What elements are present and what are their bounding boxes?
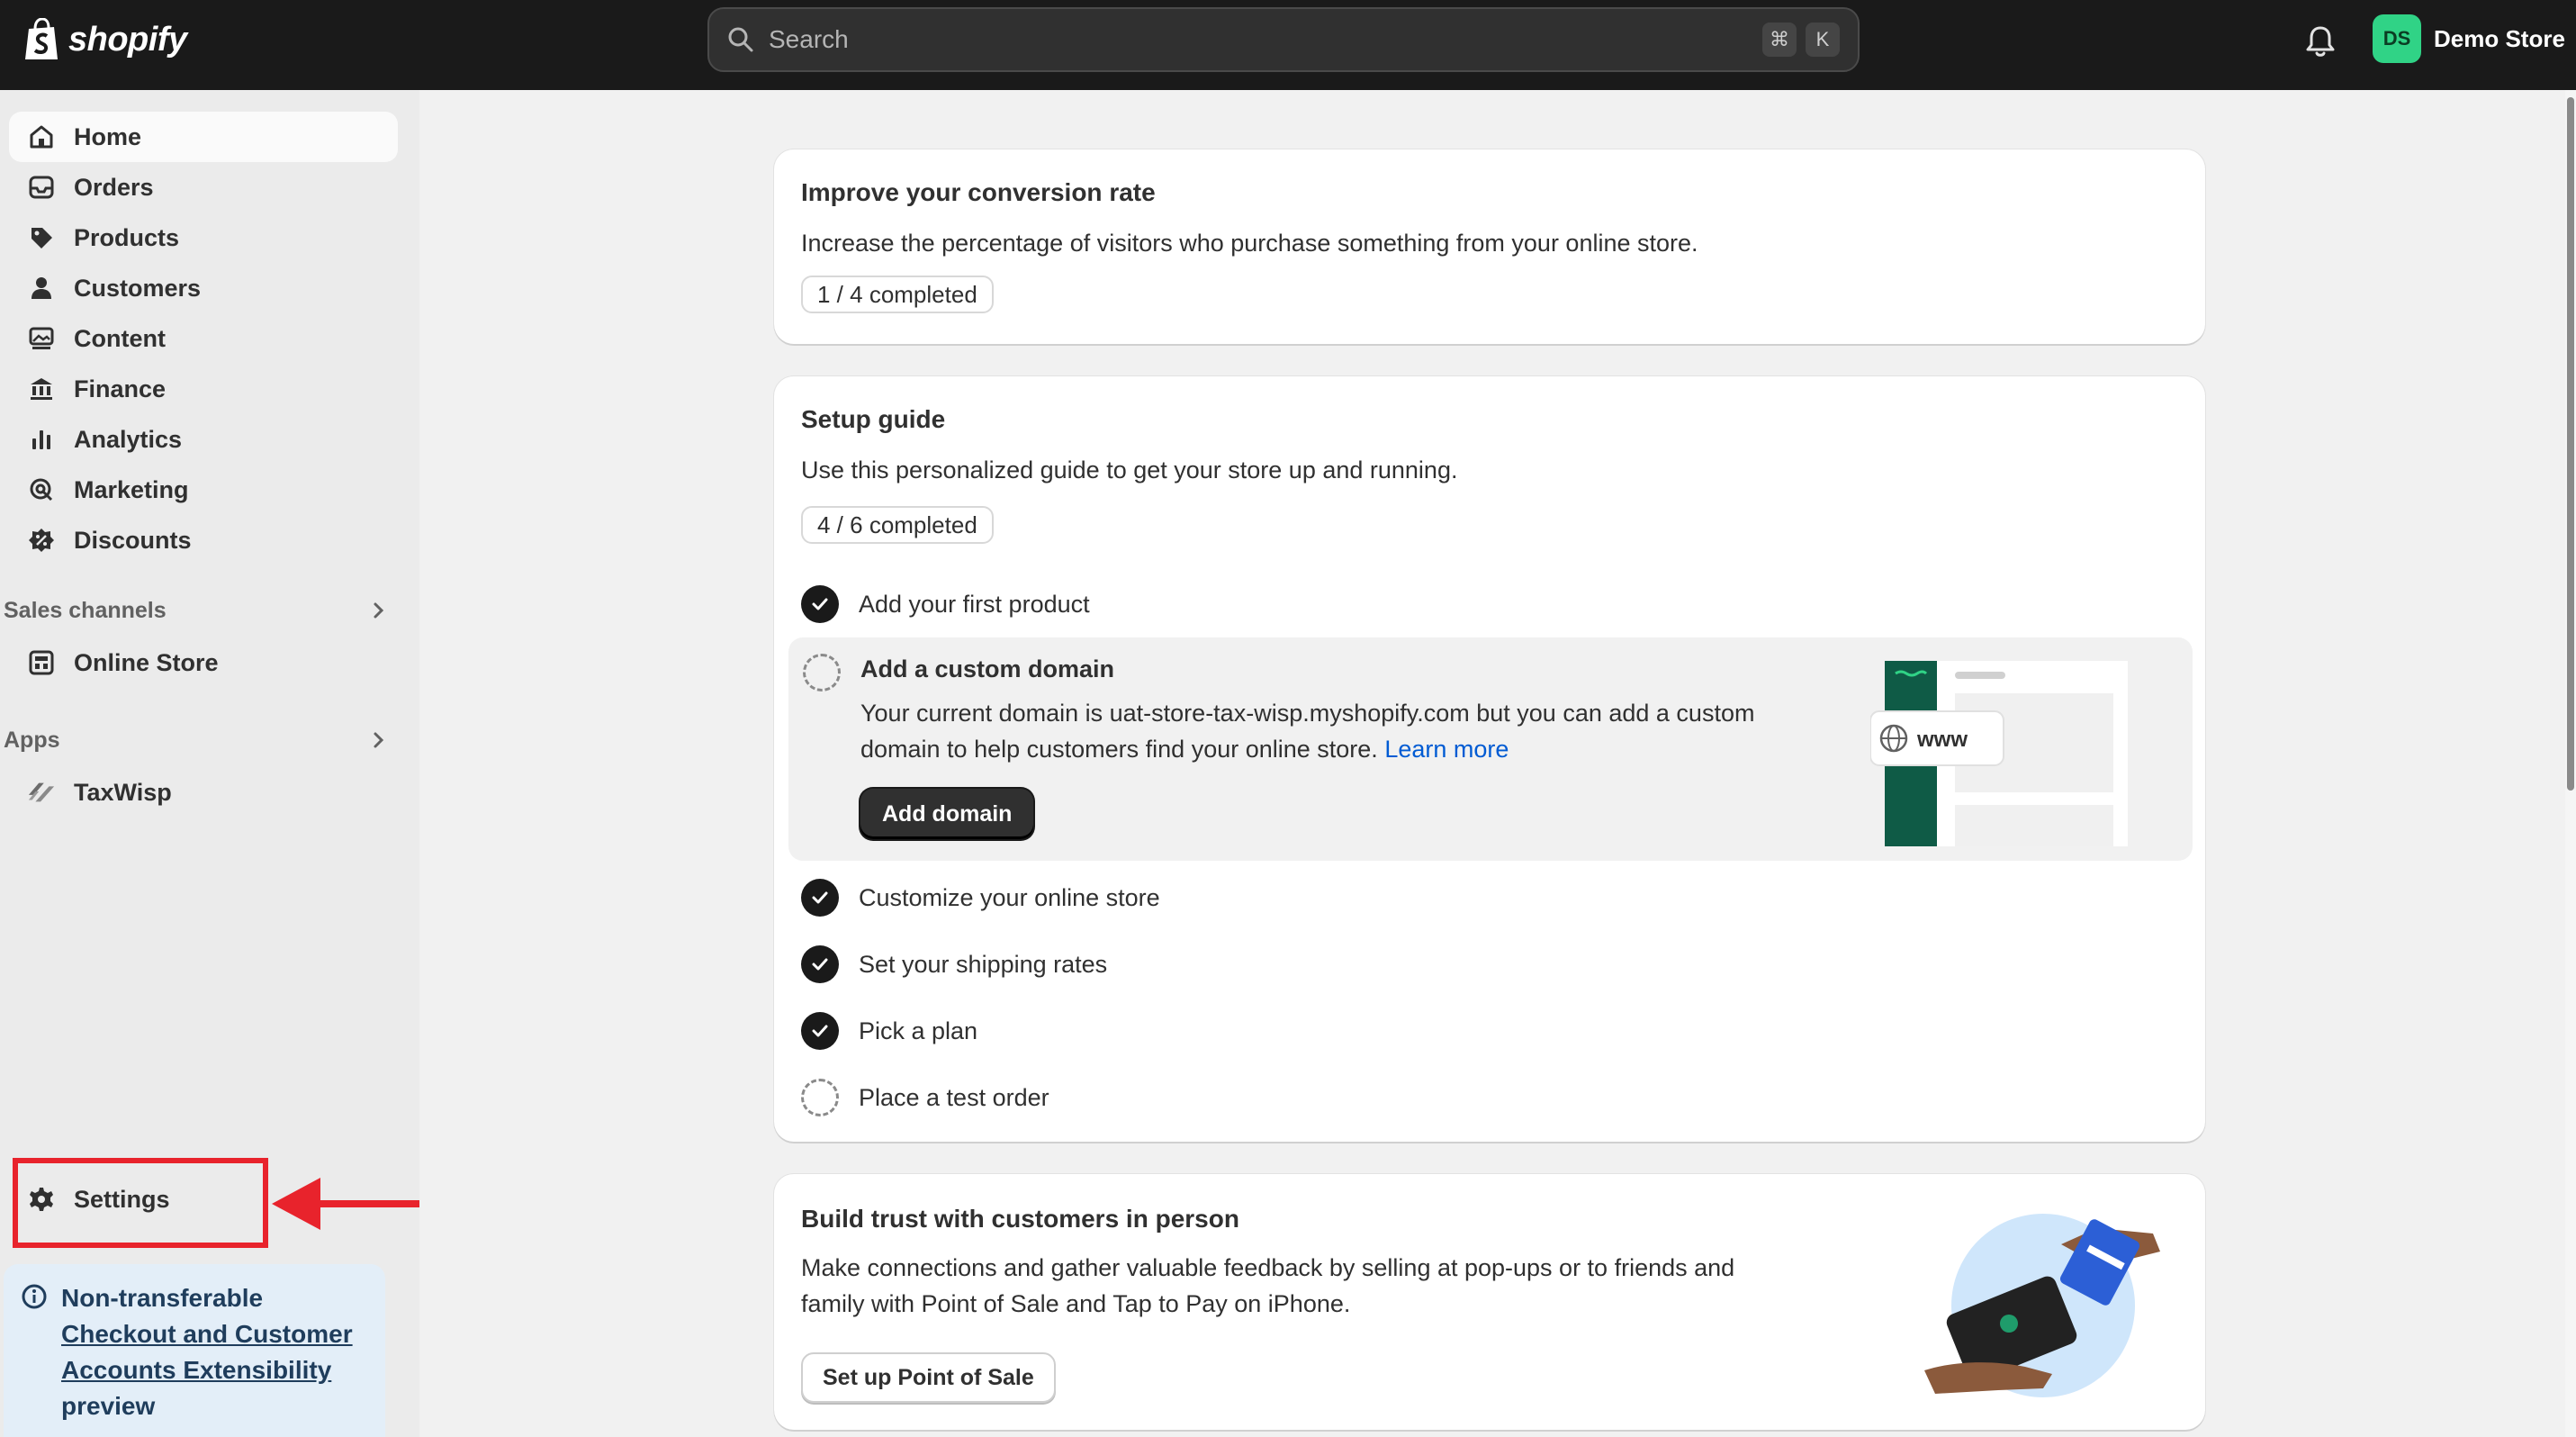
sidebar-item-label: Discounts (74, 526, 192, 554)
pos-description: Make connections and gather valuable fee… (801, 1254, 1735, 1317)
sidebar-item-orders[interactable]: Orders (9, 162, 398, 212)
shortcut-k-key: K (1806, 23, 1840, 57)
extensibility-notice: Non-transferable Checkout and Customer A… (4, 1264, 385, 1437)
top-bar: shopify ⌘ K DS Demo Store (0, 0, 2576, 90)
conversion-card: Improve your conversion rate Increase th… (774, 149, 2205, 344)
step-label: Set your shipping rates (859, 950, 1108, 978)
add-domain-button[interactable]: Add domain (860, 789, 1034, 839)
sidebar-item-customers[interactable]: Customers (9, 263, 398, 313)
step-add-product[interactable]: Add your first product (801, 585, 1090, 623)
checkmark-icon (801, 945, 839, 983)
bell-icon[interactable] (2302, 23, 2338, 59)
store-avatar: DS (2373, 14, 2421, 63)
store-icon (27, 648, 56, 677)
step-test-order[interactable]: Place a test order (801, 1079, 1049, 1116)
sales-channels-heading: Sales channels (4, 597, 167, 623)
person-icon (27, 274, 56, 303)
step-label: Place a test order (859, 1083, 1049, 1111)
step-customize-store[interactable]: Customize your online store (801, 879, 1160, 917)
notice-suffix: preview (61, 1392, 156, 1420)
conversion-description: Increase the percentage of visitors who … (801, 230, 1698, 257)
setup-guide-progress-badge: 4 / 6 completed (801, 506, 994, 544)
sidebar-item-online-store[interactable]: Online Store (9, 637, 398, 688)
checkmark-icon (801, 1012, 839, 1050)
step-label: Pick a plan (859, 1017, 978, 1044)
notice-prefix: Non-transferable (61, 1284, 264, 1312)
sidebar-item-label: Online Store (74, 648, 219, 676)
chevron-right-icon (374, 602, 384, 619)
sidebar-item-label: Marketing (74, 475, 189, 503)
conversion-title: Improve your conversion rate (801, 178, 1156, 206)
sidebar-item-label: Home (74, 122, 142, 150)
setup-guide-description: Use this personalized guide to get your … (801, 456, 1458, 484)
pos-card: Build trust with customers in person Mak… (774, 1174, 2205, 1430)
setup-guide-title: Setup guide (801, 405, 946, 433)
main-scrollbar[interactable] (2565, 90, 2576, 1437)
bank-icon (27, 375, 56, 403)
conversion-progress-badge: 1 / 4 completed (801, 276, 994, 313)
settings-highlight-box (13, 1158, 268, 1248)
sidebar-item-marketing[interactable]: Marketing (9, 465, 398, 515)
sidebar-item-content[interactable]: Content (9, 313, 398, 364)
domain-description-text: Your current domain is uat-store-tax-wis… (860, 700, 1755, 763)
sidebar-item-label: Orders (74, 173, 154, 201)
sidebar-item-discounts[interactable]: Discounts (9, 515, 398, 565)
sidebar-item-label: Finance (74, 375, 167, 402)
tag-icon (27, 223, 56, 252)
shopify-bag-icon (25, 18, 58, 59)
discount-icon (27, 526, 56, 555)
sidebar-item-label: TaxWisp (74, 778, 172, 806)
point-of-sale-illustration (1924, 1214, 2160, 1397)
app-icon (27, 778, 56, 807)
apps-header[interactable]: Apps (4, 722, 400, 758)
shortcut-command-key: ⌘ (1762, 23, 1797, 57)
checkmark-icon (801, 879, 839, 917)
sidebar-item-analytics[interactable]: Analytics (9, 414, 398, 465)
domain-step-description: Your current domain is uat-store-tax-wis… (860, 695, 1761, 767)
brand-wordmark: shopify (68, 20, 187, 59)
sidebar-item-label: Analytics (74, 425, 183, 453)
domain-illustration: www (1870, 661, 2128, 846)
sidebar-item-label: Products (74, 223, 180, 251)
apps-heading: Apps (4, 727, 60, 753)
sidebar-item-label: Customers (74, 274, 202, 302)
www-illustration-text: www (1916, 728, 1968, 752)
search-input[interactable] (769, 25, 1753, 54)
sidebar-item-products[interactable]: Products (9, 212, 398, 263)
step-label: Add a custom domain (860, 655, 1115, 682)
learn-more-link[interactable]: Learn more (1384, 736, 1509, 763)
extensibility-link[interactable]: Checkout and Customer Accounts Extensibi… (61, 1320, 353, 1384)
step-shipping-rates[interactable]: Set your shipping rates (801, 945, 1107, 983)
inbox-icon (27, 173, 56, 202)
scrollbar-thumb[interactable] (2567, 97, 2574, 791)
search-bar[interactable]: ⌘ K (707, 7, 1860, 72)
setup-guide-card: Setup guide Use this personalized guide … (774, 376, 2205, 1142)
checkmark-icon (801, 585, 839, 623)
step-custom-domain-expanded: Add a custom domain Your current domain … (788, 637, 2193, 861)
target-icon (27, 475, 56, 504)
info-icon (22, 1284, 47, 1309)
pos-title: Build trust with customers in person (801, 1205, 1239, 1233)
sales-channels-header[interactable]: Sales channels (4, 592, 400, 628)
shopify-logo[interactable]: shopify (23, 18, 187, 61)
incomplete-circle-icon[interactable] (803, 654, 841, 691)
home-icon (27, 122, 56, 151)
search-icon (728, 27, 753, 52)
sidebar-item-label: Content (74, 324, 166, 352)
step-pick-plan[interactable]: Pick a plan (801, 1012, 977, 1050)
store-name: Demo Store (2434, 24, 2565, 52)
sidebar-item-finance[interactable]: Finance (9, 364, 398, 414)
setup-pos-button[interactable]: Set up Point of Sale (801, 1352, 1056, 1403)
bar-chart-icon (27, 425, 56, 454)
image-icon (27, 324, 56, 353)
step-label: Customize your online store (859, 883, 1160, 911)
sidebar-item-taxwisp[interactable]: TaxWisp (9, 767, 398, 818)
store-menu[interactable]: DS Demo Store (2373, 14, 2565, 63)
incomplete-circle-icon (801, 1079, 839, 1116)
sidebar-item-home[interactable]: Home (9, 112, 398, 162)
chevron-right-icon (374, 732, 384, 748)
step-label: Add your first product (859, 590, 1090, 618)
